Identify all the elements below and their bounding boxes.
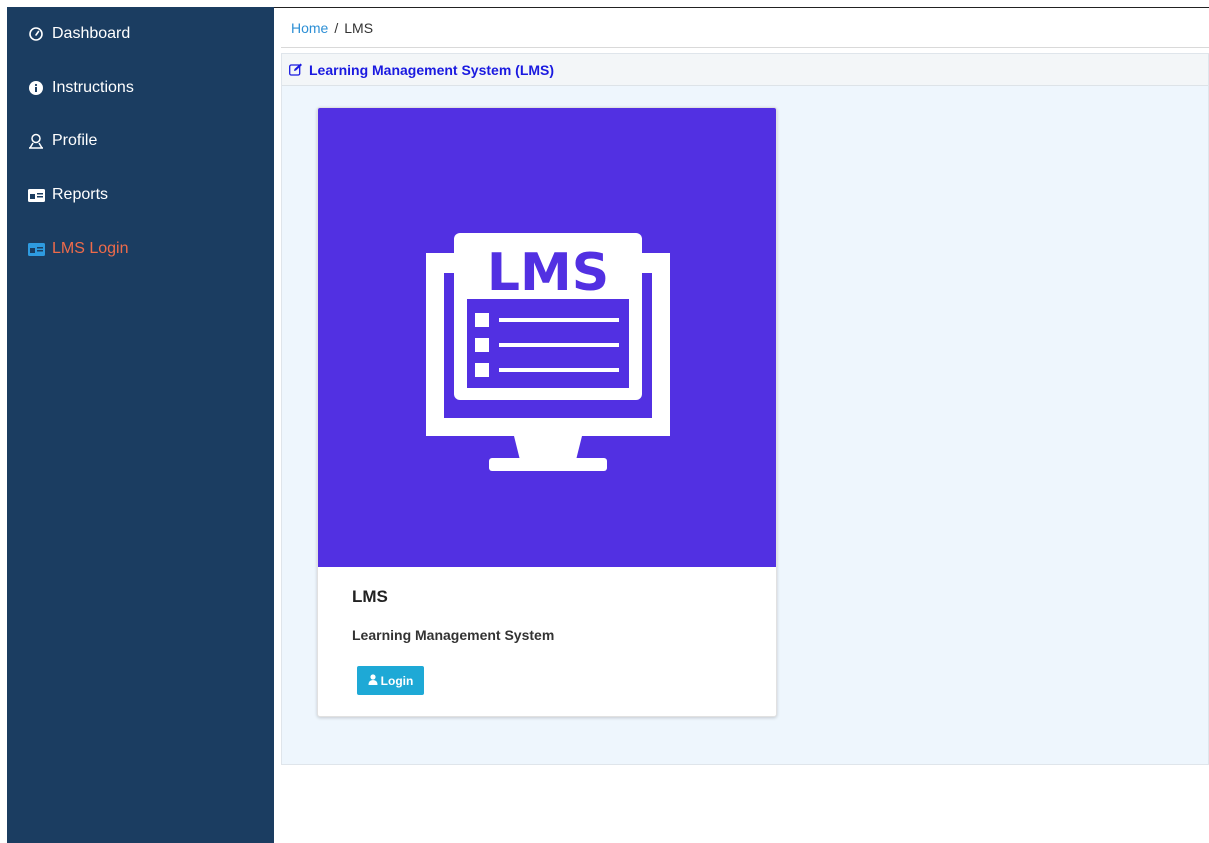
sidebar: Dashboard Instructions Profile Reports L… [7,7,274,843]
sidebar-item-lms-login[interactable]: LMS Login [27,237,129,261]
breadcrumb: Home / LMS [291,20,373,36]
breadcrumb-separator: / [334,20,339,36]
dashboard-icon [27,25,45,43]
lms-image-text: LMS [487,243,609,303]
sidebar-item-label: Instructions [52,79,134,96]
sidebar-item-profile[interactable]: Profile [27,129,97,153]
sidebar-item-label: LMS Login [52,240,129,257]
id-card-icon [27,186,45,204]
lms-card: LMS LMS Learning Management System Login [317,107,777,717]
breadcrumb-divider [281,47,1209,48]
panel-header: Learning Management System (LMS) [282,54,1208,86]
edit-icon [289,63,303,76]
user-icon [368,673,378,688]
id-card-icon [27,240,45,258]
lms-panel: Learning Management System (LMS) LMS LMS… [281,53,1209,765]
sidebar-item-dashboard[interactable]: Dashboard [27,22,130,46]
login-button-label: Login [380,673,414,688]
user-icon [27,132,45,150]
sidebar-item-reports[interactable]: Reports [27,183,108,207]
sidebar-item-instructions[interactable]: Instructions [27,76,134,100]
card-title: LMS [352,587,388,606]
sidebar-item-label: Reports [52,186,109,203]
panel-title: Learning Management System (LMS) [309,61,555,78]
breadcrumb-home-link[interactable]: Home [291,20,328,36]
lms-monitor-icon: LMS [426,233,670,471]
login-button[interactable]: Login [357,666,424,695]
card-description: Learning Management System [352,627,555,643]
info-icon [27,79,45,97]
sidebar-item-label: Dashboard [52,25,131,42]
breadcrumb-current: LMS [344,20,374,36]
lms-card-image: LMS [318,108,776,567]
sidebar-item-label: Profile [52,132,98,149]
top-divider [274,7,1209,8]
